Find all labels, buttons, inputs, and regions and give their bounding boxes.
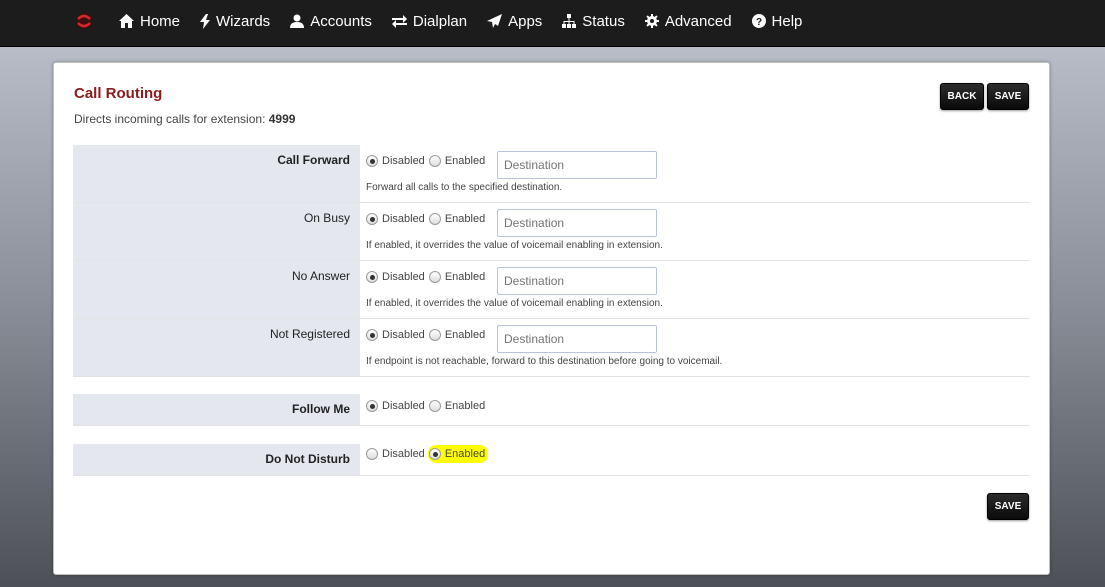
nav-status-label: Status [582,12,625,30]
nav-wizards-label: Wizards [216,12,271,30]
exchange-icon [391,14,407,28]
nav-accounts[interactable]: Accounts [290,13,372,30]
not-registered-help: If endpoint is not reachable, forward to… [366,356,723,367]
highlight-marker: Enabled [427,445,489,463]
svg-text:?: ? [755,17,761,28]
call-forward-destination-input[interactable] [497,151,657,179]
nav-wizards[interactable]: Wizards [200,13,270,30]
nav-help[interactable]: ? Help [751,12,803,30]
no-answer-radio-group: Disabled Enabled [366,271,489,283]
call-forward-disabled-radio[interactable] [366,155,378,167]
no-answer-label: No Answer [73,261,360,318]
not-registered-enabled-label: Enabled [444,329,486,341]
call-forward-radio-group: Disabled Enabled [366,155,489,167]
logo-icon[interactable] [75,11,93,31]
nav-home-label: Home [140,12,181,30]
no-answer-help: If enabled, it overrides the value of vo… [366,298,663,309]
call-forward-enabled-radio[interactable] [428,155,441,167]
follow-me-radio-group: Disabled Enabled [366,400,489,412]
subtitle-prefix: Directs incoming calls for extension: [74,112,269,126]
on-busy-label: On Busy [73,203,360,260]
no-answer-disabled-radio[interactable] [366,271,378,283]
do-not-disturb-enabled-radio[interactable] [428,448,441,460]
do-not-disturb-radio-group: Disabled Enabled [366,445,489,463]
row-follow-me: Follow Me Disabled Enabled [73,394,1030,426]
on-busy-disabled-radio[interactable] [366,213,378,225]
bolt-icon [200,13,211,29]
do-not-disturb-disabled-radio[interactable] [366,448,378,460]
do-not-disturb-label: Do Not Disturb [73,444,360,475]
page-subtitle: Directs incoming calls for extension: 49… [74,112,295,126]
not-registered-enabled-radio[interactable] [428,329,441,341]
save-button-top[interactable]: SAVE [987,83,1029,110]
do-not-disturb-disabled-label: Disabled [382,448,425,460]
follow-me-disabled-label: Disabled [382,400,425,412]
top-navbar: Home Wizards Accounts Dialplan Apps Stat… [0,0,1105,47]
follow-me-enabled-radio[interactable] [428,400,441,412]
on-busy-enabled-label: Enabled [444,213,486,225]
row-call-forward: Call Forward Disabled Enabled Forward al… [73,145,1030,203]
follow-me-label: Follow Me [73,394,360,425]
no-answer-enabled-radio[interactable] [428,271,441,283]
no-answer-enabled-label: Enabled [444,271,486,283]
nav-dialplan[interactable]: Dialplan [391,12,468,30]
row-not-registered: Not Registered Disabled Enabled If endpo… [73,319,1030,377]
do-not-disturb-enabled-label: Enabled [444,448,486,460]
on-busy-disabled-label: Disabled [382,213,425,225]
follow-me-enabled-label: Enabled [444,400,486,412]
row-do-not-disturb: Do Not Disturb Disabled Enabled [73,444,1030,476]
on-busy-enabled-radio[interactable] [428,213,441,225]
not-registered-disabled-radio[interactable] [366,329,378,341]
no-answer-disabled-label: Disabled [382,271,425,283]
row-no-answer: No Answer Disabled Enabled If enabled, i… [73,261,1030,319]
follow-me-disabled-radio[interactable] [366,400,378,412]
nav-apps[interactable]: Apps [487,13,542,30]
nav-help-label: Help [771,12,803,30]
home-icon [119,14,134,28]
gear-icon [644,14,659,28]
user-icon [290,14,305,28]
page-title: Call Routing [74,85,163,102]
send-icon [487,14,503,28]
call-routing-panel: Call Routing Directs incoming calls for … [53,62,1050,575]
not-registered-disabled-label: Disabled [382,329,425,341]
call-forward-enabled-label: Enabled [444,155,486,167]
on-busy-radio-group: Disabled Enabled [366,213,489,225]
row-on-busy: On Busy Disabled Enabled If enabled, it … [73,203,1030,261]
not-registered-radio-group: Disabled Enabled [366,329,489,341]
not-registered-destination-input[interactable] [497,325,657,353]
nav-dialplan-label: Dialplan [412,12,468,30]
nav-menu: Home Wizards Accounts Dialplan Apps Stat… [119,0,822,42]
call-forward-disabled-label: Disabled [382,155,425,167]
not-registered-label: Not Registered [73,319,360,376]
call-forward-label: Call Forward [73,145,360,202]
on-busy-destination-input[interactable] [497,209,657,237]
nav-status[interactable]: Status [562,13,625,30]
back-button[interactable]: BACK [940,83,984,110]
extension-number: 4999 [268,112,296,126]
nav-apps-label: Apps [508,12,543,30]
no-answer-destination-input[interactable] [497,267,657,295]
sitemap-icon [562,14,577,28]
call-forward-help: Forward all calls to the specified desti… [366,182,563,193]
question-circle-icon: ? [751,14,766,28]
nav-home[interactable]: Home [119,13,180,30]
nav-advanced[interactable]: Advanced [644,12,732,30]
on-busy-help: If enabled, it overrides the value of vo… [366,240,663,251]
save-button-bottom[interactable]: SAVE [987,493,1029,520]
nav-advanced-label: Advanced [664,12,732,30]
nav-accounts-label: Accounts [310,12,372,30]
